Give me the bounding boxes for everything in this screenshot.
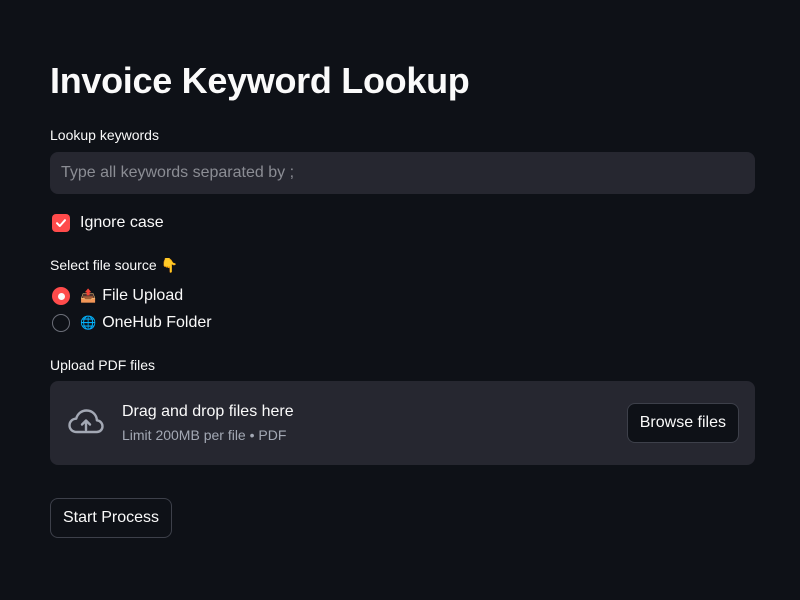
ignore-case-checkbox[interactable]: Ignore case xyxy=(52,214,164,232)
uploader-label: Upload PDF files xyxy=(50,357,156,373)
file-dropzone[interactable]: Drag and drop files here Limit 200MB per… xyxy=(50,381,755,465)
app-page: Invoice Keyword Lookup Lookup keywords I… xyxy=(0,0,800,600)
radio-option-file-upload[interactable]: 📤 File Upload xyxy=(52,287,183,305)
page-title: Invoice Keyword Lookup xyxy=(50,60,470,101)
dropzone-text: Drag and drop files here Limit 200MB per… xyxy=(122,403,294,443)
file-source-label: Select file source 👇 xyxy=(50,257,178,273)
radio-unselected-icon[interactable] xyxy=(52,314,70,332)
radio-selected-icon[interactable] xyxy=(52,287,70,305)
ignore-case-label: Ignore case xyxy=(80,214,164,231)
globe-icon: 🌐 xyxy=(80,315,97,330)
radio-option-label: File Upload xyxy=(102,287,184,304)
radio-option-label: OneHub Folder xyxy=(102,314,212,331)
radio-option-onehub-folder[interactable]: 🌐 OneHub Folder xyxy=(52,314,212,332)
dropzone-title: Drag and drop files here xyxy=(122,403,294,420)
checkbox-checked-icon[interactable] xyxy=(52,214,70,232)
keywords-input[interactable] xyxy=(50,152,755,194)
start-process-button[interactable]: Start Process xyxy=(50,498,173,538)
dropzone-limit: Limit 200MB per file • PDF xyxy=(122,427,287,443)
browse-files-button[interactable]: Browse files xyxy=(626,403,739,443)
cloud-upload-icon xyxy=(68,409,104,434)
outbox-tray-icon: 📤 xyxy=(80,288,97,303)
keywords-label: Lookup keywords xyxy=(50,127,159,143)
